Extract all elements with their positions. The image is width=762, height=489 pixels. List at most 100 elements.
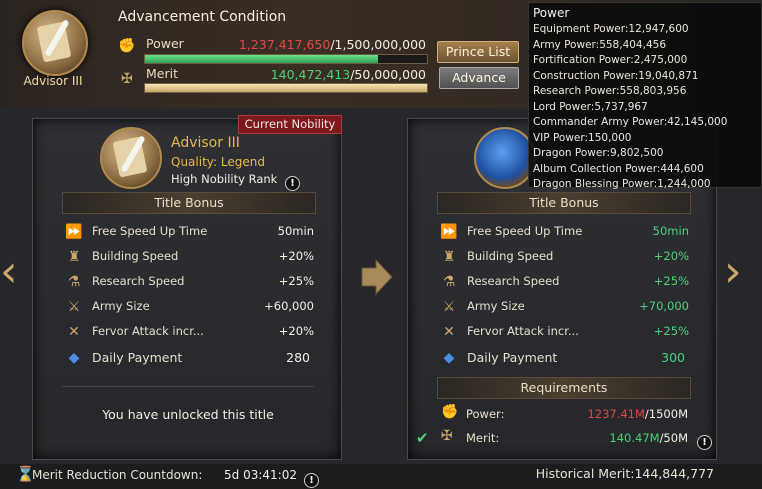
bonus-name: Army Size	[92, 299, 150, 313]
advisor-emblem-icon	[100, 127, 162, 189]
bonus-row: ◆ Daily Payment 300	[439, 346, 689, 371]
bonus-name: Building Speed	[92, 249, 179, 263]
bonus-name: Research Speed	[92, 274, 185, 288]
right-title-bonus-header: Title Bonus	[437, 192, 691, 214]
merit-current: 140,472,413	[270, 67, 351, 82]
building-icon: ♜	[67, 249, 81, 265]
left-title-bonus-header: Title Bonus	[62, 192, 316, 214]
bonus-row: ⚔ Army Size +70,000	[439, 295, 689, 320]
research-icon: ⚗	[442, 274, 456, 290]
power-value: 1,237,417,650/1,500,000,000	[220, 37, 426, 52]
army-icon: ⚔	[67, 299, 81, 315]
building-icon: ♜	[442, 249, 456, 265]
bonus-name: Army Size	[467, 299, 525, 313]
bonus-value: +25%	[278, 274, 314, 288]
bonus-row: ⚗ Research Speed +25%	[439, 270, 689, 295]
merit-progress-fill	[145, 84, 427, 92]
bonus-row: ♜ Building Speed +20%	[439, 245, 689, 270]
power-progress-fill	[145, 55, 378, 63]
tooltip-line: Album Collection Power:444,600	[533, 162, 704, 175]
bonus-value: +20%	[653, 249, 689, 263]
bonus-row: ◆ Daily Payment 280	[64, 346, 314, 371]
title-quality: Quality: Legend	[171, 155, 265, 169]
tooltip-title: Power	[533, 6, 570, 20]
potion-emblem-icon	[474, 127, 536, 189]
advance-arrow-icon	[360, 258, 394, 296]
tooltip-line: Equipment Power:12,947,600	[533, 23, 689, 35]
bonus-value: +25%	[653, 274, 689, 288]
gem-icon: ◆	[68, 350, 80, 366]
bonus-name: Daily Payment	[467, 350, 558, 365]
req-merit-icon: ✠	[441, 428, 453, 444]
research-icon: ⚗	[67, 274, 81, 290]
requirements-header: Requirements	[437, 377, 691, 399]
merit-value: 140,472,413/50,000,000	[220, 67, 426, 82]
countdown-info-icon[interactable]: !	[304, 468, 319, 488]
advance-button[interactable]: Advance	[439, 67, 519, 89]
advancement-title: Advancement Condition	[118, 9, 287, 25]
bonus-name: Daily Payment	[92, 350, 183, 365]
req-power-required: /1500M	[644, 407, 688, 421]
power-fist-icon: ✊	[118, 38, 136, 54]
previous-arrow-icon[interactable]: ‹	[0, 246, 18, 297]
req-merit-label: Merit:	[466, 431, 500, 445]
req-merit-value: 140.47M/50M	[560, 431, 688, 445]
bonus-name: Fervor Attack incr...	[92, 324, 204, 338]
bonus-value: 300	[661, 350, 685, 365]
bonus-row: ⚔ Army Size +60,000	[64, 295, 314, 320]
bonus-row: ⚗ Research Speed +25%	[64, 270, 314, 295]
merit-progress-bar	[144, 83, 428, 93]
bonus-row: ⏩ Free Speed Up Time 50min	[64, 220, 314, 245]
title-name: Advisor III	[171, 135, 240, 151]
power-progress-bar	[144, 54, 428, 64]
power-required: /1,500,000,000	[330, 37, 426, 52]
tooltip-line: Commander Army Power:42,145,000	[533, 116, 728, 128]
current-nobility-badge: Current Nobility	[238, 115, 342, 134]
merit-label: Merit	[146, 66, 178, 81]
prince-list-button[interactable]: Prince List	[437, 41, 519, 63]
bonus-name: Building Speed	[467, 249, 554, 263]
power-label: Power	[146, 36, 184, 51]
bonus-row: ✕ Fervor Attack incr... +20%	[64, 320, 314, 345]
bonus-row: ♜ Building Speed +20%	[64, 245, 314, 270]
rank-info-icon[interactable]: !	[285, 171, 300, 191]
army-icon: ⚔	[442, 299, 456, 315]
bonus-value: +60,000	[264, 299, 314, 313]
bonus-name: Fervor Attack incr...	[467, 324, 579, 338]
historical-merit: Historical Merit:144,844,777	[535, 466, 714, 481]
req-met-check-icon: ✔	[416, 429, 429, 447]
speed-up-icon: ⏩	[440, 224, 458, 240]
advisor-portrait-icon	[22, 10, 88, 76]
bonus-name: Free Speed Up Time	[467, 224, 583, 238]
bonus-value: 280	[286, 350, 310, 365]
gem-icon: ◆	[443, 350, 455, 366]
bonus-value: +20%	[278, 324, 314, 338]
req-merit-required: /50M	[659, 431, 688, 445]
req-merit-current: 140.47M	[609, 431, 660, 445]
bonus-name: Research Speed	[467, 274, 560, 288]
swords-icon: ✕	[443, 324, 455, 340]
req-power-label: Power:	[466, 407, 505, 421]
req-power-icon: ✊	[441, 404, 459, 420]
tooltip-line: Construction Power:19,040,871	[533, 69, 699, 82]
tooltip-line: Dragon Power:9,802,500	[533, 147, 664, 159]
bonus-value: +25%	[653, 324, 689, 338]
tooltip-line: Army Power:558,404,456	[533, 38, 666, 51]
merit-icon: ✠	[121, 71, 133, 87]
bonus-value: 50min	[277, 224, 314, 238]
bonus-name: Free Speed Up Time	[92, 224, 208, 238]
tooltip-line: Dragon Blessing Power:1,244,000	[533, 178, 711, 190]
bonus-value: +20%	[278, 249, 314, 263]
merit-required: /50,000,000	[350, 67, 426, 82]
merit-info-icon[interactable]: !	[697, 430, 712, 450]
tooltip-line: Lord Power:5,737,967	[533, 100, 648, 113]
bonus-value: 50min	[652, 224, 689, 238]
countdown-value: 5d 03:41:02	[224, 468, 297, 482]
unlocked-text: You have unlocked this title	[102, 407, 274, 422]
bonus-value: +70,000	[639, 299, 689, 313]
next-arrow-icon[interactable]: ›	[724, 246, 742, 297]
speed-up-icon: ⏩	[65, 224, 83, 240]
countdown-label: Merit Reduction Countdown:	[32, 468, 203, 482]
swords-icon: ✕	[68, 324, 80, 340]
tooltip-line: Fortification Power:2,475,000	[533, 54, 688, 66]
